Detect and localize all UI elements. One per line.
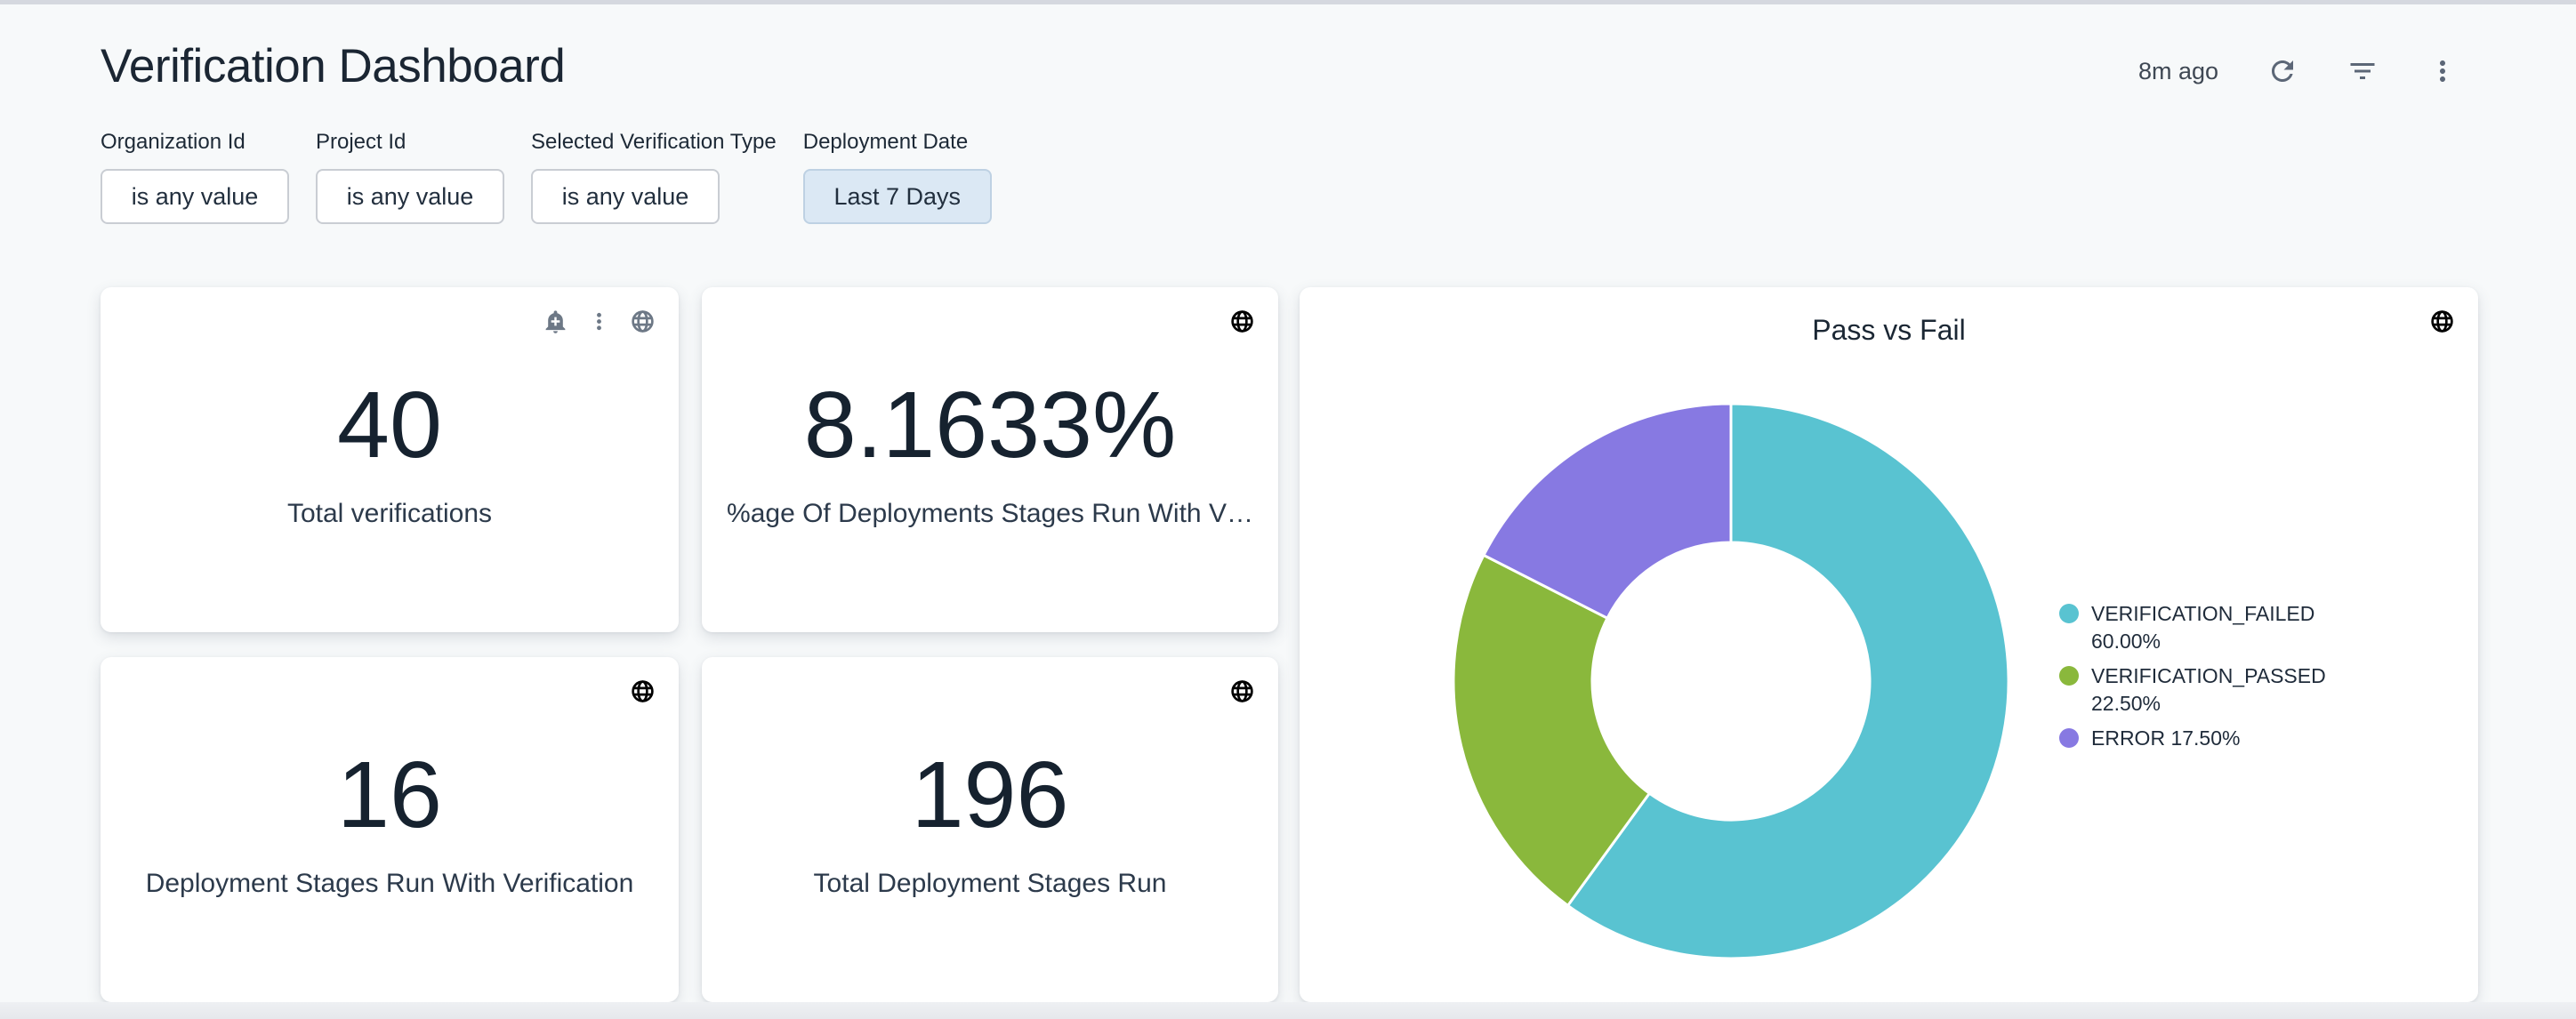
tile-pct-deployment-stages-with-verification: 8.1633% %age Of Deployments Stages Run W… (702, 287, 1278, 632)
tile-globe-button[interactable] (2429, 309, 2455, 334)
donut-chart[interactable] (1451, 401, 2011, 961)
tile-label: Total verifications (287, 499, 492, 529)
filter-deployment-date: Deployment Date Last 7 Days (803, 130, 992, 224)
legend-label: VERIFICATION_PASSED 22.50% (2091, 662, 2353, 718)
dashboard-filters-button[interactable] (2347, 55, 2379, 87)
filter-bar: Organization Id is any value Project Id … (101, 130, 992, 224)
kebab-menu-icon (2427, 55, 2459, 87)
tile-label: Total Deployment Stages Run (814, 869, 1167, 899)
tile-menu-button[interactable] (586, 309, 612, 334)
filter-selected-verification-type: Selected Verification Type is any value (531, 130, 777, 224)
top-border (0, 0, 2576, 4)
pass-vs-fail-chart-card: Pass vs Fail VERIFICATION_FAILED 60.00%V… (1300, 287, 2478, 1002)
filter-organization-id: Organization Id is any value (101, 130, 289, 224)
refresh-icon (2266, 55, 2298, 87)
filter-value-dropdown[interactable]: Last 7 Days (803, 169, 992, 224)
tile-globe-button[interactable] (630, 309, 656, 334)
globe-icon (2429, 309, 2455, 334)
legend-swatch (2059, 604, 2079, 623)
filter-value-dropdown[interactable]: is any value (101, 169, 289, 224)
tile-value: 8.1633% (804, 378, 1176, 472)
globe-icon (630, 678, 656, 704)
bell-plus-icon (543, 309, 568, 334)
kebab-menu-icon (586, 309, 612, 334)
legend-item-error[interactable]: ERROR 17.50% (2059, 725, 2353, 752)
tile-action-icons (543, 309, 656, 334)
filter-label: Project Id (316, 130, 504, 155)
tile-label: Deployment Stages Run With Verification (146, 869, 634, 899)
chart-title: Pass vs Fail (1300, 314, 2478, 347)
header-actions: 8m ago (2138, 49, 2459, 93)
filter-value-dropdown[interactable]: is any value (316, 169, 504, 224)
tile-total-deployment-stages-run: 196 Total Deployment Stages Run (702, 657, 1278, 1002)
tile-value: 196 (912, 748, 1069, 842)
filter-label: Organization Id (101, 130, 289, 155)
globe-icon (1229, 309, 1255, 334)
bottom-shade (0, 1002, 2576, 1019)
legend-swatch (2059, 728, 2079, 748)
globe-icon (1229, 678, 1255, 704)
tile-globe-button[interactable] (1229, 678, 1255, 704)
chart-legend: VERIFICATION_FAILED 60.00% VERIFICATION_P… (2059, 600, 2353, 759)
legend-label: VERIFICATION_FAILED 60.00% (2091, 600, 2353, 655)
dashboard-actions-button[interactable] (2427, 55, 2459, 87)
legend-swatch (2059, 666, 2079, 686)
page-title: Verification Dashboard (101, 39, 565, 93)
globe-icon (630, 309, 656, 334)
legend-label: ERROR 17.50% (2091, 725, 2240, 752)
legend-item-verification-failed[interactable]: VERIFICATION_FAILED 60.00% (2059, 600, 2353, 655)
filter-label: Deployment Date (803, 130, 992, 155)
tile-globe-button[interactable] (1229, 309, 1255, 334)
alert-bell-button[interactable] (543, 309, 568, 334)
tile-total-verifications: 40 Total verifications (101, 287, 679, 632)
verification-dashboard-page: Verification Dashboard 8m ago Organizati… (0, 0, 2576, 1019)
legend-item-verification-passed[interactable]: VERIFICATION_PASSED 22.50% (2059, 662, 2353, 718)
filter-label: Selected Verification Type (531, 130, 777, 155)
tile-label: %age Of Deployments Stages Run With V… (727, 499, 1253, 529)
tile-globe-button[interactable] (630, 678, 656, 704)
tile-value: 16 (337, 748, 442, 842)
tile-value: 40 (337, 378, 442, 472)
refresh-button[interactable] (2266, 55, 2298, 87)
filter-project-id: Project Id is any value (316, 130, 504, 224)
tile-deployment-stages-run-with-verification: 16 Deployment Stages Run With Verificati… (101, 657, 679, 1002)
filter-value-dropdown[interactable]: is any value (531, 169, 720, 224)
last-updated-text: 8m ago (2138, 58, 2218, 85)
filter-list-icon (2347, 55, 2379, 87)
